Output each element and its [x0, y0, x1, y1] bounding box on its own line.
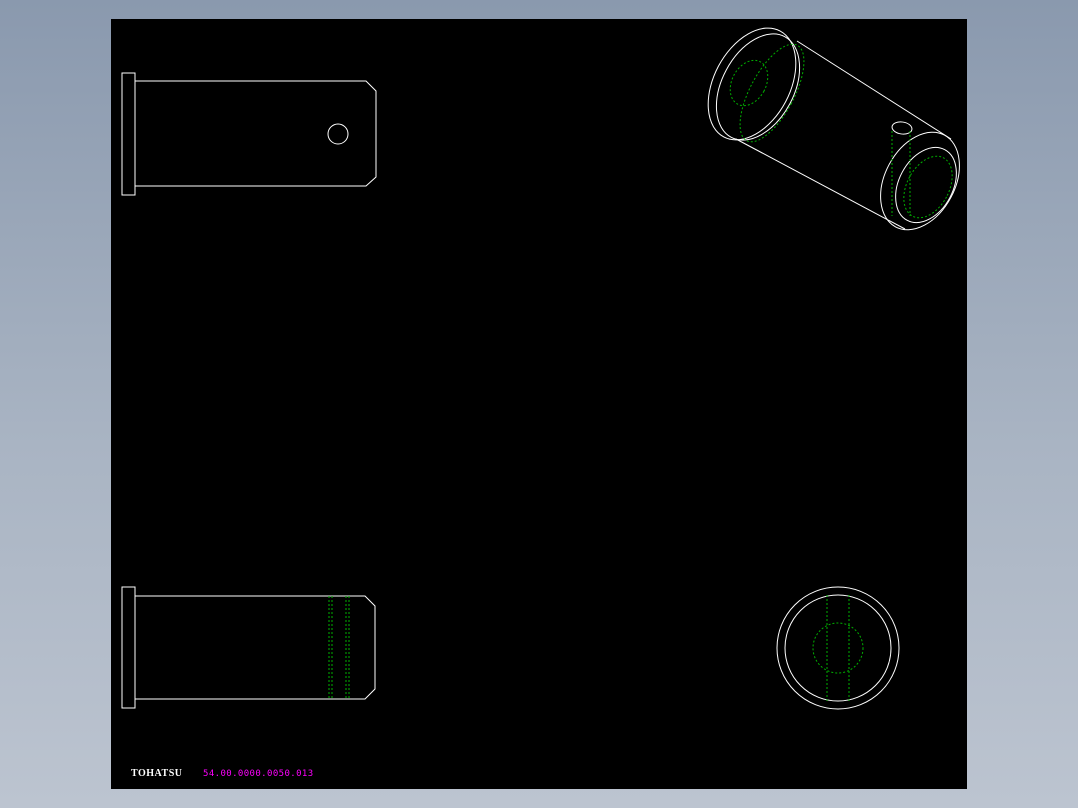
front-view-body — [135, 595, 376, 700]
iso-hidden-lines — [729, 43, 953, 219]
front-view — [121, 586, 376, 709]
top-view-cross-hole — [327, 123, 349, 145]
iso-head-outer — [707, 27, 797, 141]
iso-body-edge-bottom — [735, 138, 906, 230]
front-view-hidden-lines — [328, 596, 350, 699]
iso-body-edge-top — [796, 40, 952, 140]
drawing-canvas: TOHATSU 54.00.0000.0050.013 — [111, 19, 967, 789]
iso-end-face — [880, 131, 960, 231]
front-view-head — [121, 586, 136, 709]
cad-drawing — [121, 27, 960, 710]
iso-head-inner — [715, 33, 801, 141]
iso-end-recess — [895, 146, 957, 224]
top-view-head — [121, 72, 136, 196]
end-view-head-circle — [776, 586, 900, 710]
top-view — [121, 72, 377, 196]
part-number: 54.00.0000.0050.013 — [203, 769, 314, 779]
end-view-body-circle — [784, 594, 892, 702]
isometric-view — [707, 27, 960, 231]
end-view — [776, 586, 900, 710]
iso-cross-hole — [891, 121, 913, 135]
end-view-hidden-lines — [812, 595, 864, 701]
top-view-body — [135, 80, 377, 187]
company-logo: TOHATSU — [131, 768, 183, 779]
